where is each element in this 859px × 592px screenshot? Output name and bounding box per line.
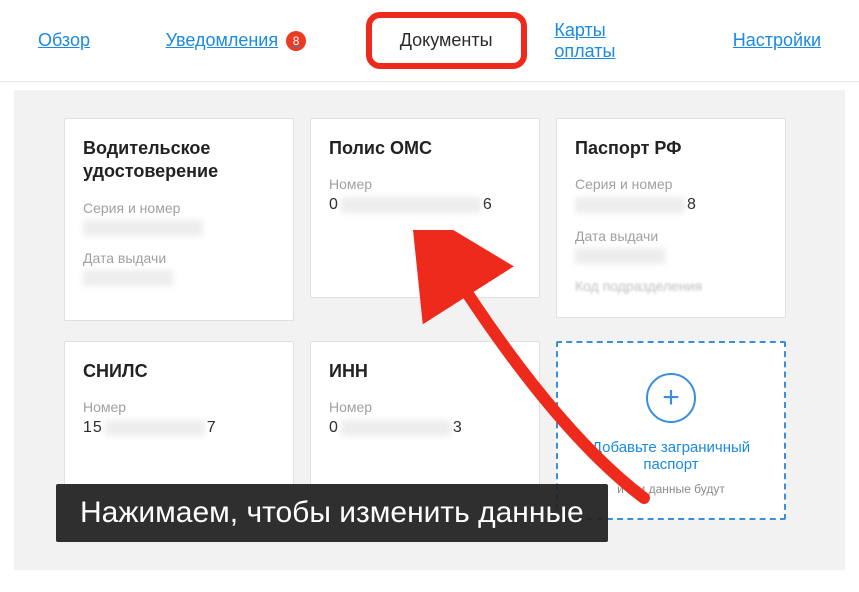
field-label: Номер bbox=[329, 399, 521, 415]
field-value: 15x7 bbox=[83, 419, 275, 437]
instruction-caption: Нажимаем, чтобы изменить данные bbox=[56, 484, 608, 542]
field-label: Номер bbox=[329, 176, 521, 192]
add-card-subtitle: и эти данные будут bbox=[617, 481, 725, 498]
nav-payment-cards[interactable]: Карты оплаты bbox=[554, 20, 671, 62]
card-title: Водительское удостоверение bbox=[83, 137, 275, 184]
notifications-badge: 8 bbox=[286, 31, 306, 51]
nav-settings[interactable]: Настройки bbox=[733, 30, 821, 51]
nav-notifications-label: Уведомления bbox=[166, 30, 279, 51]
card-oms[interactable]: Полис ОМС Номер 0x6 bbox=[310, 118, 540, 298]
field-label: Код подразделения bbox=[575, 278, 767, 294]
field-label: Серия и номер bbox=[575, 176, 767, 192]
nav-notifications[interactable]: Уведомления 8 bbox=[166, 30, 307, 51]
nav-overview[interactable]: Обзор bbox=[38, 30, 90, 51]
document-cards-grid: Водительское удостоверение Серия и номер… bbox=[64, 118, 815, 520]
field-label: Номер bbox=[83, 399, 275, 415]
field-label: Дата выдачи bbox=[575, 228, 767, 244]
card-inn[interactable]: ИНН Номер 0x3 bbox=[310, 341, 540, 501]
field-label: Серия и номер bbox=[83, 200, 275, 216]
field-value: xxxx bbox=[575, 248, 767, 264]
card-snils[interactable]: СНИЛС Номер 15x7 bbox=[64, 341, 294, 501]
nav-documents[interactable]: Документы bbox=[366, 12, 527, 69]
card-title: ИНН bbox=[329, 360, 521, 383]
nav-tabs: Обзор Уведомления 8 Документы Карты опла… bbox=[0, 0, 859, 82]
card-passport-rf[interactable]: Паспорт РФ Серия и номер x8 Дата выдачи … bbox=[556, 118, 786, 318]
add-card-title: Добавьте заграничный паспорт bbox=[572, 439, 770, 473]
plus-icon: + bbox=[646, 373, 696, 423]
card-title: Полис ОМС bbox=[329, 137, 521, 160]
field-label: Дата выдачи bbox=[83, 250, 275, 266]
card-driver-license[interactable]: Водительское удостоверение Серия и номер… bbox=[64, 118, 294, 321]
field-value: xxxx bbox=[83, 270, 275, 286]
field-value: x8 bbox=[575, 196, 767, 214]
card-title: СНИЛС bbox=[83, 360, 275, 383]
main-panel: Водительское удостоверение Серия и номер… bbox=[14, 90, 845, 570]
field-value: 0x6 bbox=[329, 196, 521, 214]
card-title: Паспорт РФ bbox=[575, 137, 767, 160]
field-value: 0x3 bbox=[329, 419, 521, 437]
field-value: xxxx bbox=[83, 220, 275, 236]
